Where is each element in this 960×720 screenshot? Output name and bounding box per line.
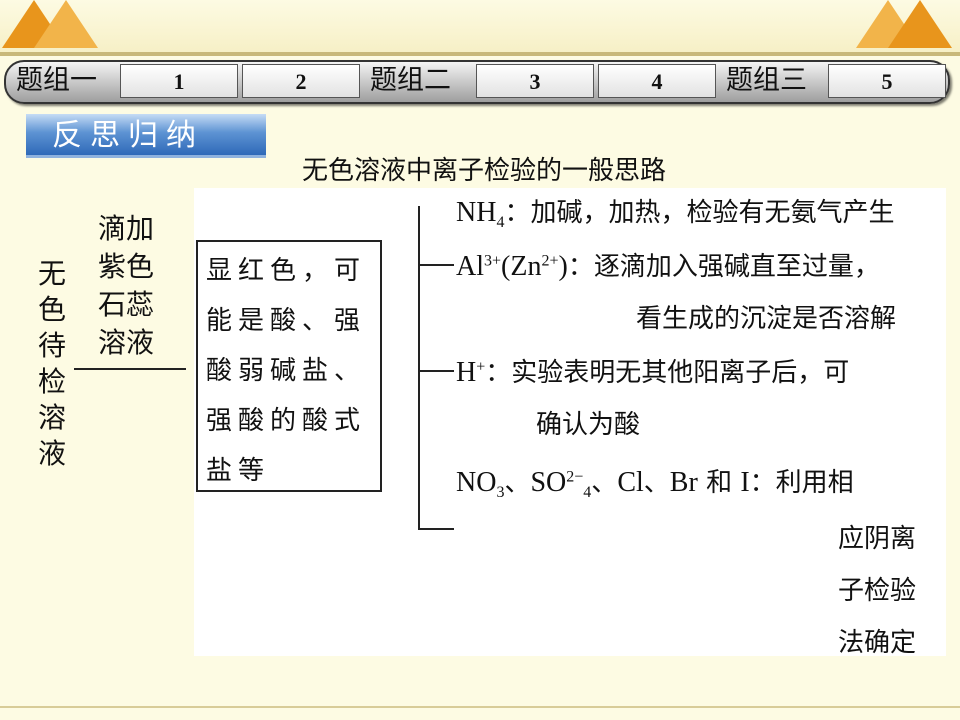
branch-tick bbox=[418, 264, 454, 266]
paren-open: ( bbox=[501, 251, 511, 282]
label-char: 检 bbox=[38, 365, 67, 398]
label-char: 液 bbox=[38, 437, 67, 470]
conjunction: 和 bbox=[706, 468, 733, 498]
label-char: 待 bbox=[38, 329, 67, 362]
paren-close: ) bbox=[558, 251, 568, 282]
result-line: 能是酸、强 bbox=[206, 306, 367, 336]
anion-method-line1: ：利用相 bbox=[749, 468, 854, 498]
reagent-arrow-line bbox=[74, 368, 186, 370]
nav-item-1[interactable]: 1 bbox=[120, 64, 238, 98]
separator: 、 bbox=[504, 468, 531, 498]
label-char: 色 bbox=[38, 293, 67, 326]
reagent-label: 滴加 紫色 石蕊 溶液 bbox=[98, 210, 162, 362]
nav-item-3[interactable]: 3 bbox=[476, 64, 594, 98]
anion-method-line4: 法确定 bbox=[838, 628, 917, 658]
branch-bracket bbox=[418, 206, 420, 530]
ion-nh4: NH4：加碱，加热，检验有无氨气产生 bbox=[456, 192, 894, 232]
result-box: 显红色，可 能是酸、强 酸弱碱盐、 强酸的酸式 盐等 bbox=[196, 240, 382, 492]
nav-group-1-label[interactable]: 题组一 bbox=[16, 62, 97, 100]
top-decoration bbox=[0, 0, 960, 56]
reagent-line-text: 滴加 bbox=[98, 212, 155, 245]
reagent-line-text: 溶液 bbox=[98, 326, 155, 359]
nh4-formula: NH bbox=[456, 197, 497, 228]
nav-item-2[interactable]: 2 bbox=[242, 64, 360, 98]
result-line: 强酸的酸式 bbox=[206, 406, 367, 436]
sample-solution-label: 无 色 待 检 溶 液 bbox=[38, 256, 68, 472]
result-line: 显红色，可 bbox=[206, 256, 367, 286]
so4-charge: 2− bbox=[566, 468, 584, 486]
orange-triangle-decoration bbox=[888, 0, 952, 48]
nav-group-3-label[interactable]: 题组三 bbox=[726, 62, 807, 100]
so4-formula: SO bbox=[530, 467, 567, 498]
al-method-line2: 看生成的沉淀是否溶解 bbox=[636, 304, 897, 334]
reagent-line-text: 石蕊 bbox=[98, 288, 155, 321]
al-formula: Al bbox=[456, 251, 484, 282]
label-char: 溶 bbox=[38, 401, 67, 434]
ion-h: H+：实验表明无其他阳离子后，可 bbox=[456, 352, 849, 389]
anion-method-line2: 应阴离 bbox=[838, 524, 917, 554]
nh4-method: ：加碱，加热，检验有无氨气产生 bbox=[504, 198, 895, 228]
ion-anions: NO3、SO2−4、Cl、Br 和 I：利用相 bbox=[456, 462, 854, 502]
reagent-line-text: 紫色 bbox=[98, 250, 155, 283]
result-line: 盐等 bbox=[206, 456, 271, 486]
no3-formula: NO bbox=[456, 467, 497, 498]
al-method-line1: ：逐滴加入强碱直至过量， bbox=[567, 252, 880, 282]
section-title-badge: 反思归纳 bbox=[26, 114, 266, 158]
ion-al-zn: Al3+(Zn2+)：逐滴加入强碱直至过量， bbox=[456, 246, 880, 283]
h-formula: H bbox=[456, 357, 477, 388]
i-formula: I bbox=[740, 467, 750, 498]
al-charge: 3+ bbox=[484, 252, 502, 270]
separator: 、 bbox=[591, 468, 618, 498]
label-char: 无 bbox=[38, 257, 67, 290]
zn-formula: Zn bbox=[510, 251, 542, 282]
top-divider bbox=[0, 52, 960, 56]
separator: 、 bbox=[643, 468, 670, 498]
h-charge: + bbox=[476, 358, 486, 376]
zn-charge: 2+ bbox=[541, 252, 559, 270]
anion-method-line3: 子检验 bbox=[838, 576, 917, 606]
h-method-line1: ：实验表明无其他阳离子后，可 bbox=[485, 358, 850, 388]
bottom-divider bbox=[0, 706, 960, 708]
branch-tick bbox=[418, 528, 454, 530]
orange-triangle-decoration bbox=[34, 0, 98, 48]
cl-formula: Cl bbox=[617, 467, 644, 498]
nav-group-2-label[interactable]: 题组二 bbox=[370, 62, 451, 100]
h-method-line2: 确认为酸 bbox=[536, 410, 641, 440]
result-line: 酸弱碱盐、 bbox=[206, 356, 367, 386]
br-formula: Br bbox=[669, 467, 698, 498]
branch-tick bbox=[418, 370, 454, 372]
page-heading: 无色溶液中离子检验的一般思路 bbox=[302, 156, 667, 186]
nav-item-4[interactable]: 4 bbox=[598, 64, 716, 98]
nav-item-5[interactable]: 5 bbox=[828, 64, 946, 98]
